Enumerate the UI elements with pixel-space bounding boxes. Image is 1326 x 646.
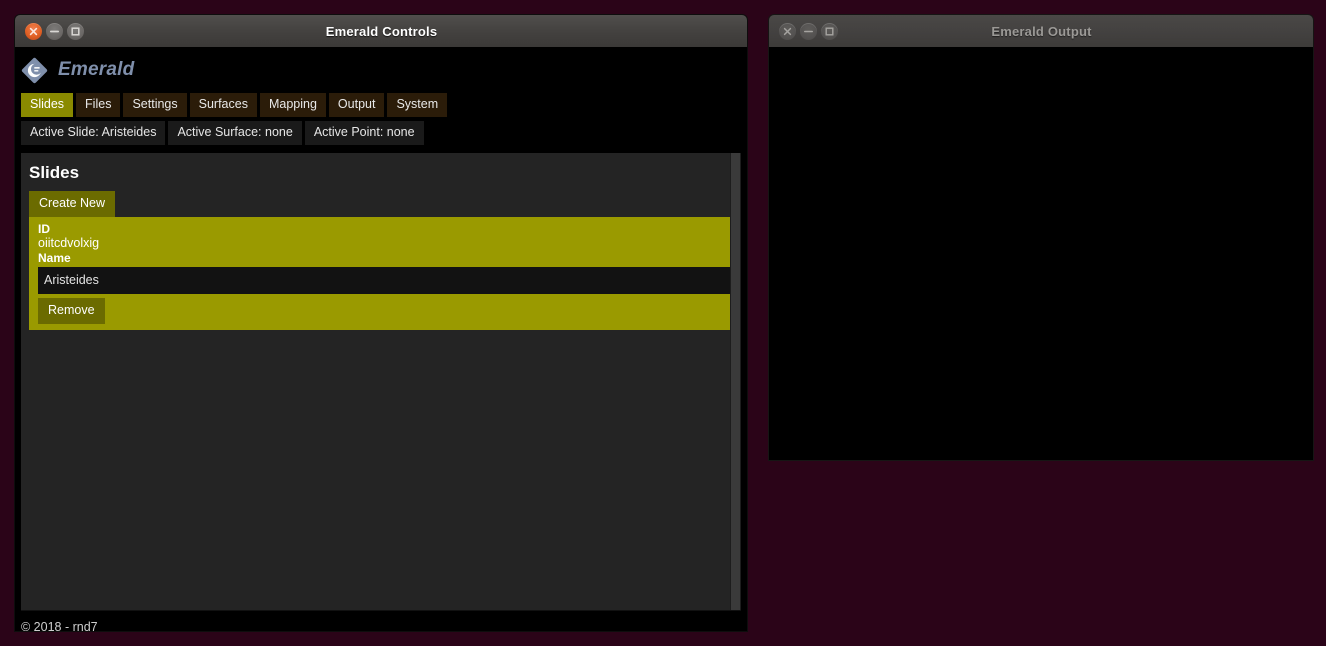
- brand-header: Emerald: [15, 47, 747, 91]
- output-window-title: Emerald Output: [991, 23, 1092, 39]
- id-label: ID: [38, 222, 50, 236]
- remove-button[interactable]: Remove: [38, 298, 105, 324]
- panel-scrollbar-thumb[interactable]: [731, 153, 740, 610]
- footer-copyright: © 2018 - rnd7: [21, 620, 98, 632]
- slide-name-input[interactable]: [38, 267, 733, 294]
- emerald-logo-icon: [21, 57, 48, 84]
- slide-record-row: ID oiitcdvolxig Name Remove: [29, 217, 733, 330]
- maximize-icon[interactable]: [67, 22, 84, 40]
- status-bar: Active Slide: Aristeides Active Surface:…: [15, 121, 747, 145]
- panel-scrollbar[interactable]: [730, 153, 741, 610]
- tab-slides[interactable]: Slides: [21, 93, 74, 117]
- controls-window-buttons: [25, 22, 84, 40]
- status-active-surface: Active Surface: none: [168, 121, 302, 145]
- tab-output[interactable]: Output: [328, 93, 385, 117]
- minimize-icon[interactable]: [800, 22, 817, 40]
- main-tab-bar: Slides Files Settings Surfaces Mapping O…: [15, 93, 747, 117]
- tab-system[interactable]: System: [387, 93, 448, 117]
- slides-panel: Slides Create New ID oiitcdvolxig Name R…: [21, 153, 741, 611]
- controls-window-title: Emerald Controls: [325, 23, 438, 39]
- status-active-slide: Active Slide: Aristeides: [21, 121, 166, 145]
- controls-window-body: Emerald Slides Files Settings Surfaces M…: [14, 47, 748, 632]
- tab-mapping[interactable]: Mapping: [259, 93, 326, 117]
- tab-files[interactable]: Files: [76, 93, 121, 117]
- brand-name: Emerald: [58, 59, 135, 80]
- emerald-output-window[interactable]: Emerald Output: [768, 14, 1314, 461]
- panel-title: Slides: [29, 163, 80, 182]
- output-canvas[interactable]: [768, 47, 1314, 461]
- id-value: oiitcdvolxig: [38, 236, 100, 250]
- status-active-point: Active Point: none: [304, 121, 424, 145]
- tab-surfaces[interactable]: Surfaces: [189, 93, 257, 117]
- output-titlebar[interactable]: Emerald Output: [768, 14, 1314, 47]
- tab-settings[interactable]: Settings: [123, 93, 187, 117]
- controls-titlebar[interactable]: Emerald Controls: [14, 14, 748, 47]
- close-icon[interactable]: [779, 22, 796, 40]
- close-icon[interactable]: [25, 22, 42, 40]
- emerald-controls-window[interactable]: Emerald Controls Emerald Slides Files Se…: [14, 14, 748, 632]
- output-window-buttons: [779, 22, 838, 40]
- name-label: Name: [38, 251, 71, 265]
- maximize-icon[interactable]: [821, 22, 838, 40]
- create-new-button[interactable]: Create New: [29, 191, 115, 217]
- minimize-icon[interactable]: [46, 22, 63, 40]
